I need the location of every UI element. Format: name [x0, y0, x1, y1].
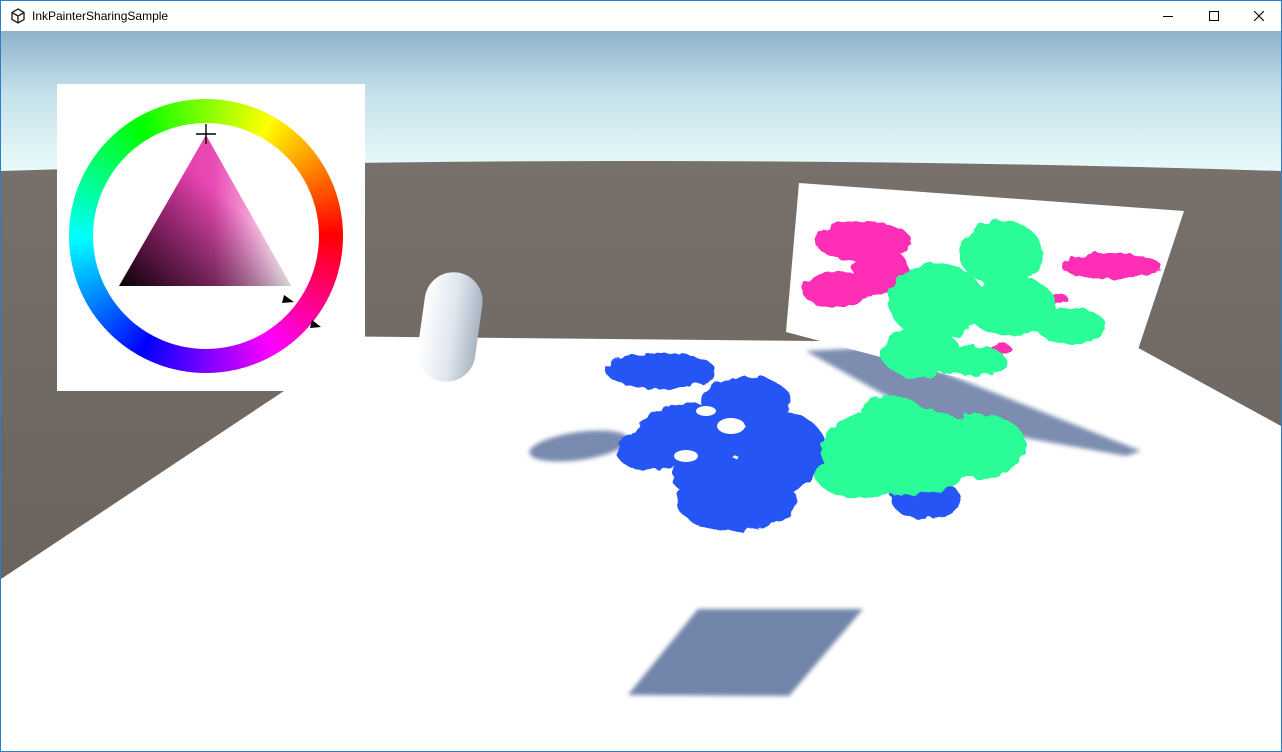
minimize-icon	[1163, 16, 1173, 17]
close-icon	[1254, 11, 1264, 21]
maximize-button[interactable]	[1191, 1, 1237, 31]
color-picker-panel[interactable]	[57, 84, 365, 391]
minimize-button[interactable]	[1145, 1, 1191, 31]
game-viewport[interactable]	[1, 31, 1281, 751]
close-button[interactable]	[1236, 1, 1282, 31]
app-window: InkPainterSharingSample	[0, 0, 1282, 752]
hue-ring-segment	[318, 235, 343, 241]
unity-logo-icon	[11, 8, 25, 24]
title-bar[interactable]: InkPainterSharingSample	[1, 1, 1281, 31]
window-title: InkPainterSharingSample	[32, 9, 169, 23]
game-scene[interactable]	[1, 31, 1281, 751]
maximize-icon	[1209, 11, 1219, 21]
